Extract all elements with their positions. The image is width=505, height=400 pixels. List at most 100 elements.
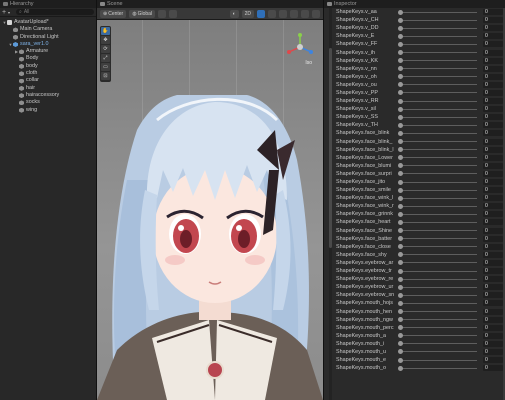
avatar-model[interactable] xyxy=(97,20,323,400)
slider-knob[interactable] xyxy=(397,17,403,23)
slider-knob[interactable] xyxy=(397,284,403,290)
shape-key-value-field[interactable]: 0 xyxy=(483,65,503,72)
shape-key-value-field[interactable]: 0 xyxy=(483,259,503,266)
shape-key-slider[interactable] xyxy=(397,348,477,356)
shape-key-slider[interactable] xyxy=(397,218,477,226)
scene-tab[interactable]: Scene xyxy=(97,0,323,8)
shape-key-slider[interactable] xyxy=(397,113,477,121)
slider-track[interactable] xyxy=(400,76,477,78)
slider-knob[interactable] xyxy=(397,25,403,31)
shape-key-slider[interactable] xyxy=(397,202,477,210)
draw-mode-button[interactable]: ◐ xyxy=(229,9,239,18)
shape-key-slider[interactable] xyxy=(397,89,477,97)
shape-key-value-field[interactable]: 0 xyxy=(483,130,503,137)
slider-knob[interactable] xyxy=(397,292,403,298)
hierarchy-item[interactable]: hair xyxy=(0,85,96,92)
inspector-scroll-thumb[interactable] xyxy=(329,48,332,248)
shape-key-slider[interactable] xyxy=(397,243,477,251)
slider-knob[interactable] xyxy=(397,82,403,88)
orientation-gizmo[interactable] xyxy=(285,32,315,62)
hierarchy-item[interactable]: ▼ AvatarUpload* xyxy=(0,19,96,26)
slider-track[interactable] xyxy=(400,359,477,361)
move-tool[interactable]: ✥ xyxy=(101,36,110,44)
slider-track[interactable] xyxy=(400,319,477,321)
slider-track[interactable] xyxy=(400,92,477,94)
shape-key-value-field[interactable]: 0 xyxy=(483,162,503,169)
shape-key-value-field[interactable]: 0 xyxy=(483,292,503,299)
slider-track[interactable] xyxy=(400,302,477,304)
shape-key-value-field[interactable]: 0 xyxy=(483,195,503,202)
slider-knob[interactable] xyxy=(397,41,403,47)
shape-key-value-field[interactable]: 0 xyxy=(483,179,503,186)
slider-track[interactable] xyxy=(400,254,477,256)
shape-key-slider[interactable] xyxy=(397,356,477,364)
shape-key-value-field[interactable]: 0 xyxy=(483,138,503,145)
slider-track[interactable] xyxy=(400,270,477,272)
shape-key-slider[interactable] xyxy=(397,299,477,307)
slider-track[interactable] xyxy=(400,100,477,102)
shape-key-slider[interactable] xyxy=(397,65,477,73)
shape-key-slider[interactable] xyxy=(397,121,477,129)
slider-knob[interactable] xyxy=(397,228,403,234)
slider-track[interactable] xyxy=(400,351,477,353)
hierarchy-item[interactable]: body xyxy=(0,63,96,70)
slider-knob[interactable] xyxy=(397,130,403,136)
slider-track[interactable] xyxy=(400,343,477,345)
slider-track[interactable] xyxy=(400,149,477,151)
slider-knob[interactable] xyxy=(397,163,403,169)
shape-key-value-field[interactable]: 0 xyxy=(483,89,503,96)
shape-key-value-field[interactable]: 0 xyxy=(483,219,503,226)
audio-toggle-button[interactable] xyxy=(268,9,276,18)
slider-track[interactable] xyxy=(400,132,477,134)
shape-key-value-field[interactable]: 0 xyxy=(483,170,503,177)
shape-key-value-field[interactable]: 0 xyxy=(483,332,503,339)
shape-key-value-field[interactable]: 0 xyxy=(483,17,503,24)
scene-camera-button[interactable] xyxy=(301,9,309,18)
shape-key-value-field[interactable]: 0 xyxy=(483,348,503,355)
hierarchy-item[interactable]: cloth xyxy=(0,70,96,77)
slider-track[interactable] xyxy=(400,108,477,110)
2d-toggle-button[interactable]: 2D xyxy=(241,9,254,18)
slider-track[interactable] xyxy=(400,278,477,280)
slider-track[interactable] xyxy=(400,19,477,21)
slider-knob[interactable] xyxy=(397,357,403,363)
shape-key-slider[interactable] xyxy=(397,162,477,170)
slider-knob[interactable] xyxy=(397,309,403,315)
shape-key-slider[interactable] xyxy=(397,186,477,194)
shape-key-slider[interactable] xyxy=(397,129,477,137)
slider-track[interactable] xyxy=(400,311,477,313)
shape-key-value-field[interactable]: 0 xyxy=(483,308,503,315)
slider-track[interactable] xyxy=(400,221,477,223)
slider-knob[interactable] xyxy=(397,98,403,104)
shape-key-slider[interactable] xyxy=(397,340,477,348)
shape-key-slider[interactable] xyxy=(397,32,477,40)
slider-knob[interactable] xyxy=(397,122,403,128)
hierarchy-item[interactable]: Main Camera xyxy=(0,26,96,33)
slider-track[interactable] xyxy=(400,141,477,143)
shape-key-slider[interactable] xyxy=(397,194,477,202)
shape-key-value-field[interactable]: 0 xyxy=(483,114,503,121)
shape-key-slider[interactable] xyxy=(397,324,477,332)
shape-key-slider[interactable] xyxy=(397,73,477,81)
slider-knob[interactable] xyxy=(397,276,403,282)
shape-key-value-field[interactable]: 0 xyxy=(483,41,503,48)
slider-track[interactable] xyxy=(400,173,477,175)
slider-track[interactable] xyxy=(400,27,477,29)
projection-label[interactable]: Iso xyxy=(305,60,312,66)
slider-knob[interactable] xyxy=(397,66,403,72)
shape-key-value-field[interactable]: 0 xyxy=(483,106,503,113)
shape-key-value-field[interactable]: 0 xyxy=(483,146,503,153)
slider-knob[interactable] xyxy=(397,317,403,323)
hierarchy-item[interactable]: socks xyxy=(0,99,96,106)
hand-tool[interactable]: ✋ xyxy=(101,27,110,35)
shape-key-value-field[interactable]: 0 xyxy=(483,268,503,275)
slider-track[interactable] xyxy=(400,68,477,70)
slider-knob[interactable] xyxy=(397,58,403,64)
shape-key-slider[interactable] xyxy=(397,227,477,235)
shape-key-slider[interactable] xyxy=(397,146,477,154)
slider-track[interactable] xyxy=(400,262,477,264)
lighting-toggle-button[interactable] xyxy=(257,9,265,18)
shape-key-slider[interactable] xyxy=(397,97,477,105)
slider-knob[interactable] xyxy=(397,268,403,274)
shape-key-value-field[interactable]: 0 xyxy=(483,227,503,234)
